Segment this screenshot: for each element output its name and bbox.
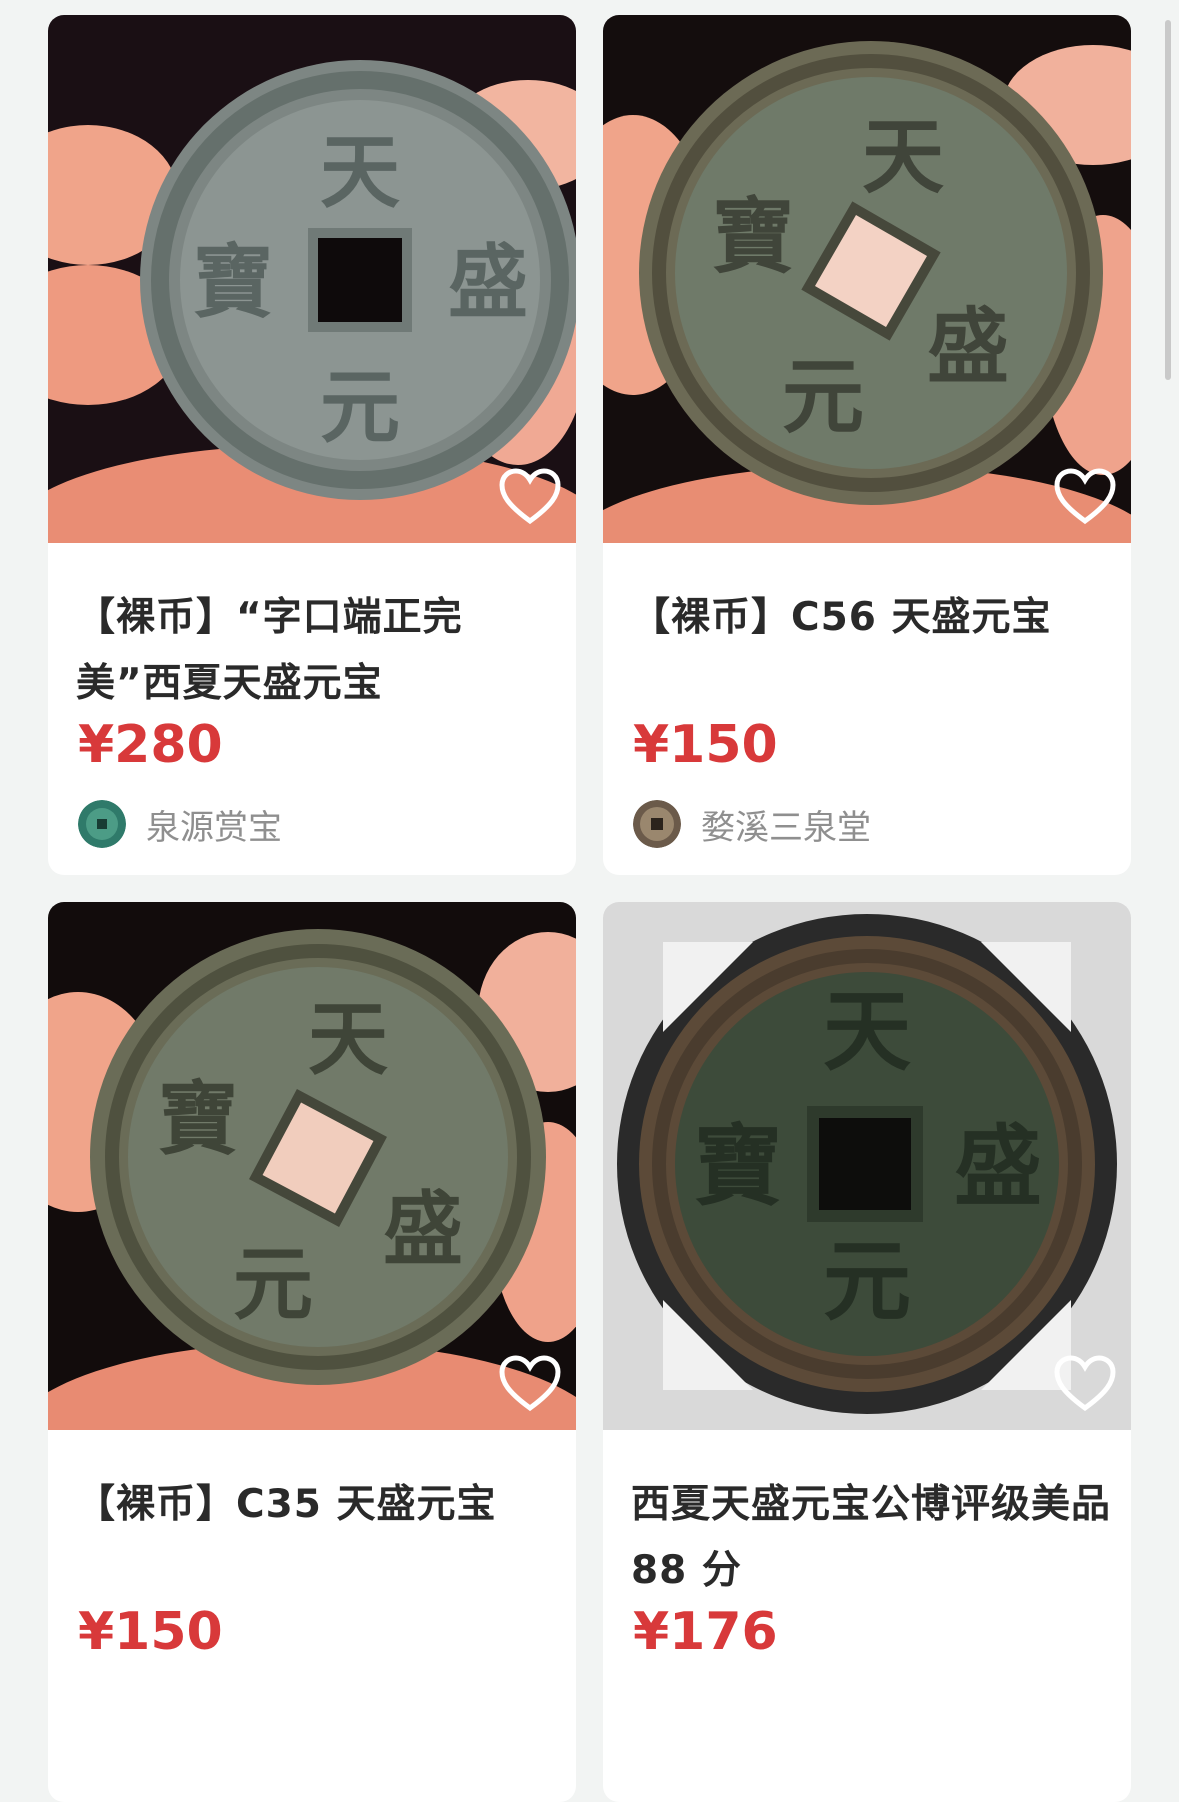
heart-icon[interactable]: [498, 1354, 562, 1414]
coin-char-right: 盛: [927, 300, 1009, 395]
heart-icon[interactable]: [1053, 467, 1117, 527]
product-title[interactable]: 【裸币】“字口端正完美”西夏天盛元宝: [76, 585, 556, 717]
avatar[interactable]: [78, 800, 126, 848]
coin-char-bottom: 元: [320, 361, 400, 454]
product-card[interactable]: 天 盛 元 寶 【裸币】C56 天盛元宝 ¥150 婺溪三泉堂: [603, 15, 1131, 875]
heart-icon[interactable]: [498, 467, 562, 527]
coin-char-left: 寶: [193, 236, 273, 329]
product-title[interactable]: 西夏天盛元宝公博评级美品 88 分: [631, 1472, 1111, 1604]
product-card[interactable]: 天 盛 元 寶 【裸币】“字口端正完美”西夏天盛元宝 ¥280 泉源赏宝: [48, 15, 576, 875]
seller-name[interactable]: 婺溪三泉堂: [701, 800, 871, 849]
coin-char-left: 寶: [712, 190, 794, 285]
coin-char-top: 天: [308, 993, 388, 1086]
coin-char-top: 天: [320, 126, 400, 219]
product-card[interactable]: 天 盛 元 寶 西夏天盛元宝公博评级美品 88 分 ¥176: [603, 902, 1131, 1802]
coin-char-right: 盛: [383, 1183, 463, 1276]
coin-char-top: 天: [862, 110, 944, 205]
product-image[interactable]: 天 盛 元 寶: [48, 15, 576, 543]
coin-char-right: 盛: [448, 236, 528, 329]
scrollbar[interactable]: [1165, 20, 1171, 380]
product-price: ¥150: [78, 1602, 223, 1662]
seller-info[interactable]: 婺溪三泉堂: [633, 799, 871, 849]
product-title[interactable]: 【裸币】C35 天盛元宝: [76, 1472, 556, 1538]
coin-char-left: 寶: [694, 1115, 782, 1218]
coin-char-bottom: 元: [823, 1230, 911, 1333]
product-title[interactable]: 【裸币】C56 天盛元宝: [631, 585, 1111, 651]
product-price: ¥280: [78, 715, 223, 775]
product-image[interactable]: 天 盛 元 寶: [48, 902, 576, 1430]
product-price: ¥150: [633, 715, 778, 775]
heart-icon[interactable]: [1053, 1354, 1117, 1414]
coin-char-left: 寶: [158, 1073, 238, 1166]
coin-char-bottom: 元: [782, 350, 864, 445]
product-price: ¥176: [633, 1602, 778, 1662]
avatar[interactable]: [633, 800, 681, 848]
product-image[interactable]: 天 盛 元 寶: [603, 15, 1131, 543]
seller-name[interactable]: 泉源赏宝: [146, 800, 282, 849]
seller-info[interactable]: 泉源赏宝: [78, 799, 282, 849]
coin-char-top: 天: [823, 980, 911, 1083]
product-image[interactable]: 天 盛 元 寶: [603, 902, 1131, 1430]
coin-char-bottom: 元: [233, 1238, 313, 1331]
coin-char-right: 盛: [954, 1115, 1042, 1218]
product-card[interactable]: 天 盛 元 寶 【裸币】C35 天盛元宝 ¥150: [48, 902, 576, 1802]
